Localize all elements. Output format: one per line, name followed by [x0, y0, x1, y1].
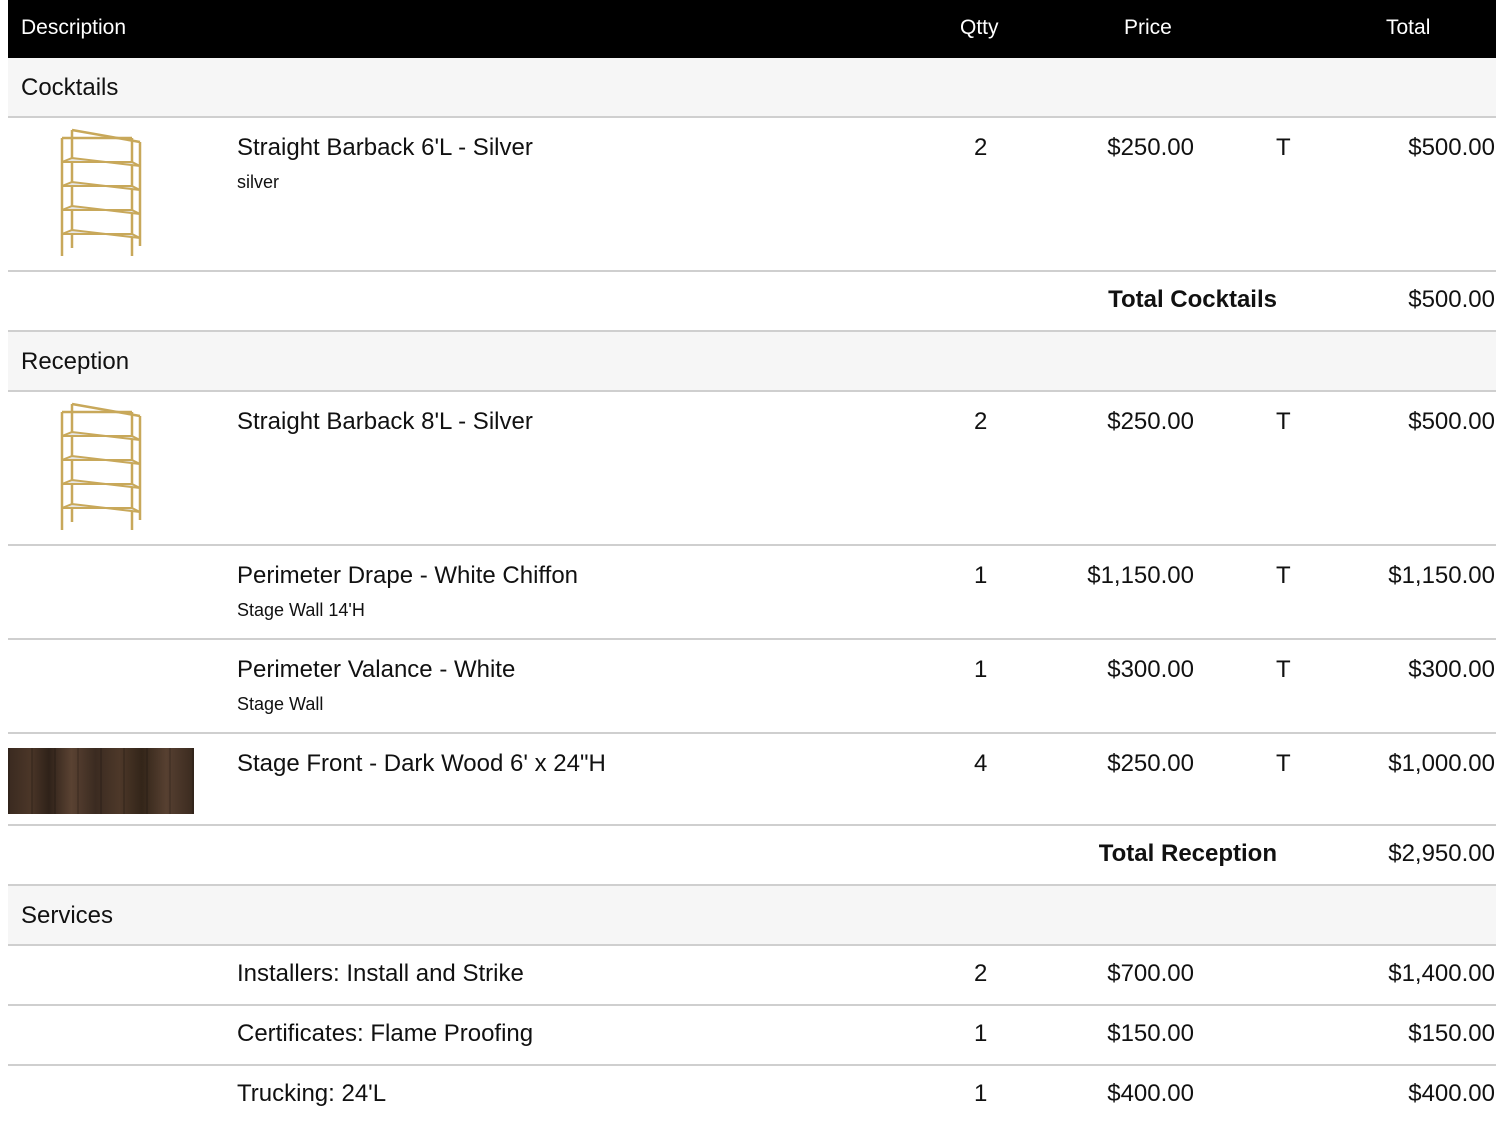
section-title: Services — [21, 902, 114, 929]
table-row: Straight Barback 6'L - Silver silver 2 $… — [8, 118, 1496, 272]
table-row: Straight Barback 8'L - Silver 2 $250.00 … — [8, 392, 1496, 546]
section-header-services: Services — [8, 886, 1496, 946]
table-row: Trucking: 24'L 1 $400.00 $400.00 — [8, 1066, 1496, 1124]
item-qty: 2 — [974, 960, 988, 987]
item-price: $700.00 — [1107, 960, 1194, 987]
item-name: Certificates: Flame Proofing — [237, 1020, 534, 1047]
item-price: $300.00 — [1107, 656, 1194, 683]
item-name: Straight Barback 8'L - Silver — [237, 408, 533, 435]
table-row: Perimeter Valance - White Stage Wall 1 $… — [8, 640, 1496, 734]
section-total-reception: Total Reception $2,950.00 — [8, 826, 1496, 886]
item-total: $1,400.00 — [1388, 960, 1495, 987]
dark-wood-panel — [8, 748, 194, 814]
item-total: $1,000.00 — [1388, 750, 1495, 777]
item-tax-flag: T — [1276, 134, 1291, 161]
barback-shelf-icon — [60, 402, 142, 530]
table-row: Installers: Install and Strike 2 $700.00… — [8, 946, 1496, 1006]
section-header-reception: Reception — [8, 332, 1496, 392]
item-tax-flag: T — [1276, 562, 1291, 589]
section-total-cocktails: Total Cocktails $500.00 — [8, 272, 1496, 332]
item-qty: 1 — [974, 562, 988, 589]
header-qty: Qtty — [960, 16, 999, 39]
item-price: $400.00 — [1107, 1080, 1194, 1107]
table-row: Perimeter Drape - White Chiffon Stage Wa… — [8, 546, 1496, 640]
item-subtitle: Stage Wall 14'H — [237, 600, 365, 620]
section-title: Cocktails — [21, 74, 119, 101]
item-total: $500.00 — [1408, 408, 1495, 435]
item-qty: 2 — [974, 408, 988, 435]
item-qty: 2 — [974, 134, 988, 161]
item-price: $250.00 — [1107, 134, 1194, 161]
section-total-label: Total Cocktails — [1108, 286, 1277, 313]
section-total-amount: $500.00 — [1408, 286, 1495, 313]
item-total: $500.00 — [1408, 134, 1495, 161]
table-header: Description Qtty Price Total — [8, 0, 1496, 58]
item-total: $1,150.00 — [1388, 562, 1495, 589]
item-subtitle: silver — [237, 172, 280, 192]
item-qty: 1 — [974, 656, 988, 683]
item-name: Stage Front - Dark Wood 6' x 24"H — [237, 750, 606, 777]
item-name: Perimeter Drape - White Chiffon — [237, 562, 579, 589]
table-row: Stage Front - Dark Wood 6' x 24"H 4 $250… — [8, 734, 1496, 826]
item-qty: 1 — [974, 1020, 988, 1047]
header-price: Price — [1124, 16, 1172, 39]
section-header-cocktails: Cocktails — [8, 58, 1496, 118]
item-name: Straight Barback 6'L - Silver — [237, 134, 533, 161]
header-description: Description — [21, 16, 127, 39]
quote-table: Description Qtty Price Total Cocktails S… — [8, 0, 1496, 1124]
item-total: $300.00 — [1408, 656, 1495, 683]
header-total: Total — [1386, 16, 1431, 39]
item-tax-flag: T — [1276, 408, 1291, 435]
barback-shelf-icon — [60, 128, 142, 256]
table-row: Certificates: Flame Proofing 1 $150.00 $… — [8, 1006, 1496, 1066]
item-total: $400.00 — [1408, 1080, 1495, 1107]
item-price: $250.00 — [1107, 750, 1194, 777]
section-title: Reception — [21, 348, 130, 375]
item-name: Installers: Install and Strike — [237, 960, 524, 987]
item-qty: 4 — [974, 750, 988, 777]
item-tax-flag: T — [1276, 750, 1291, 777]
item-tax-flag: T — [1276, 656, 1291, 683]
item-price: $150.00 — [1107, 1020, 1194, 1047]
item-subtitle: Stage Wall — [237, 694, 324, 714]
item-name: Trucking: 24'L — [237, 1080, 387, 1107]
item-qty: 1 — [974, 1080, 988, 1107]
item-price: $250.00 — [1107, 408, 1194, 435]
section-total-label: Total Reception — [1098, 840, 1277, 867]
item-total: $150.00 — [1408, 1020, 1495, 1047]
item-name: Perimeter Valance - White — [237, 656, 516, 683]
item-price: $1,150.00 — [1087, 562, 1194, 589]
section-total-amount: $2,950.00 — [1388, 840, 1495, 867]
